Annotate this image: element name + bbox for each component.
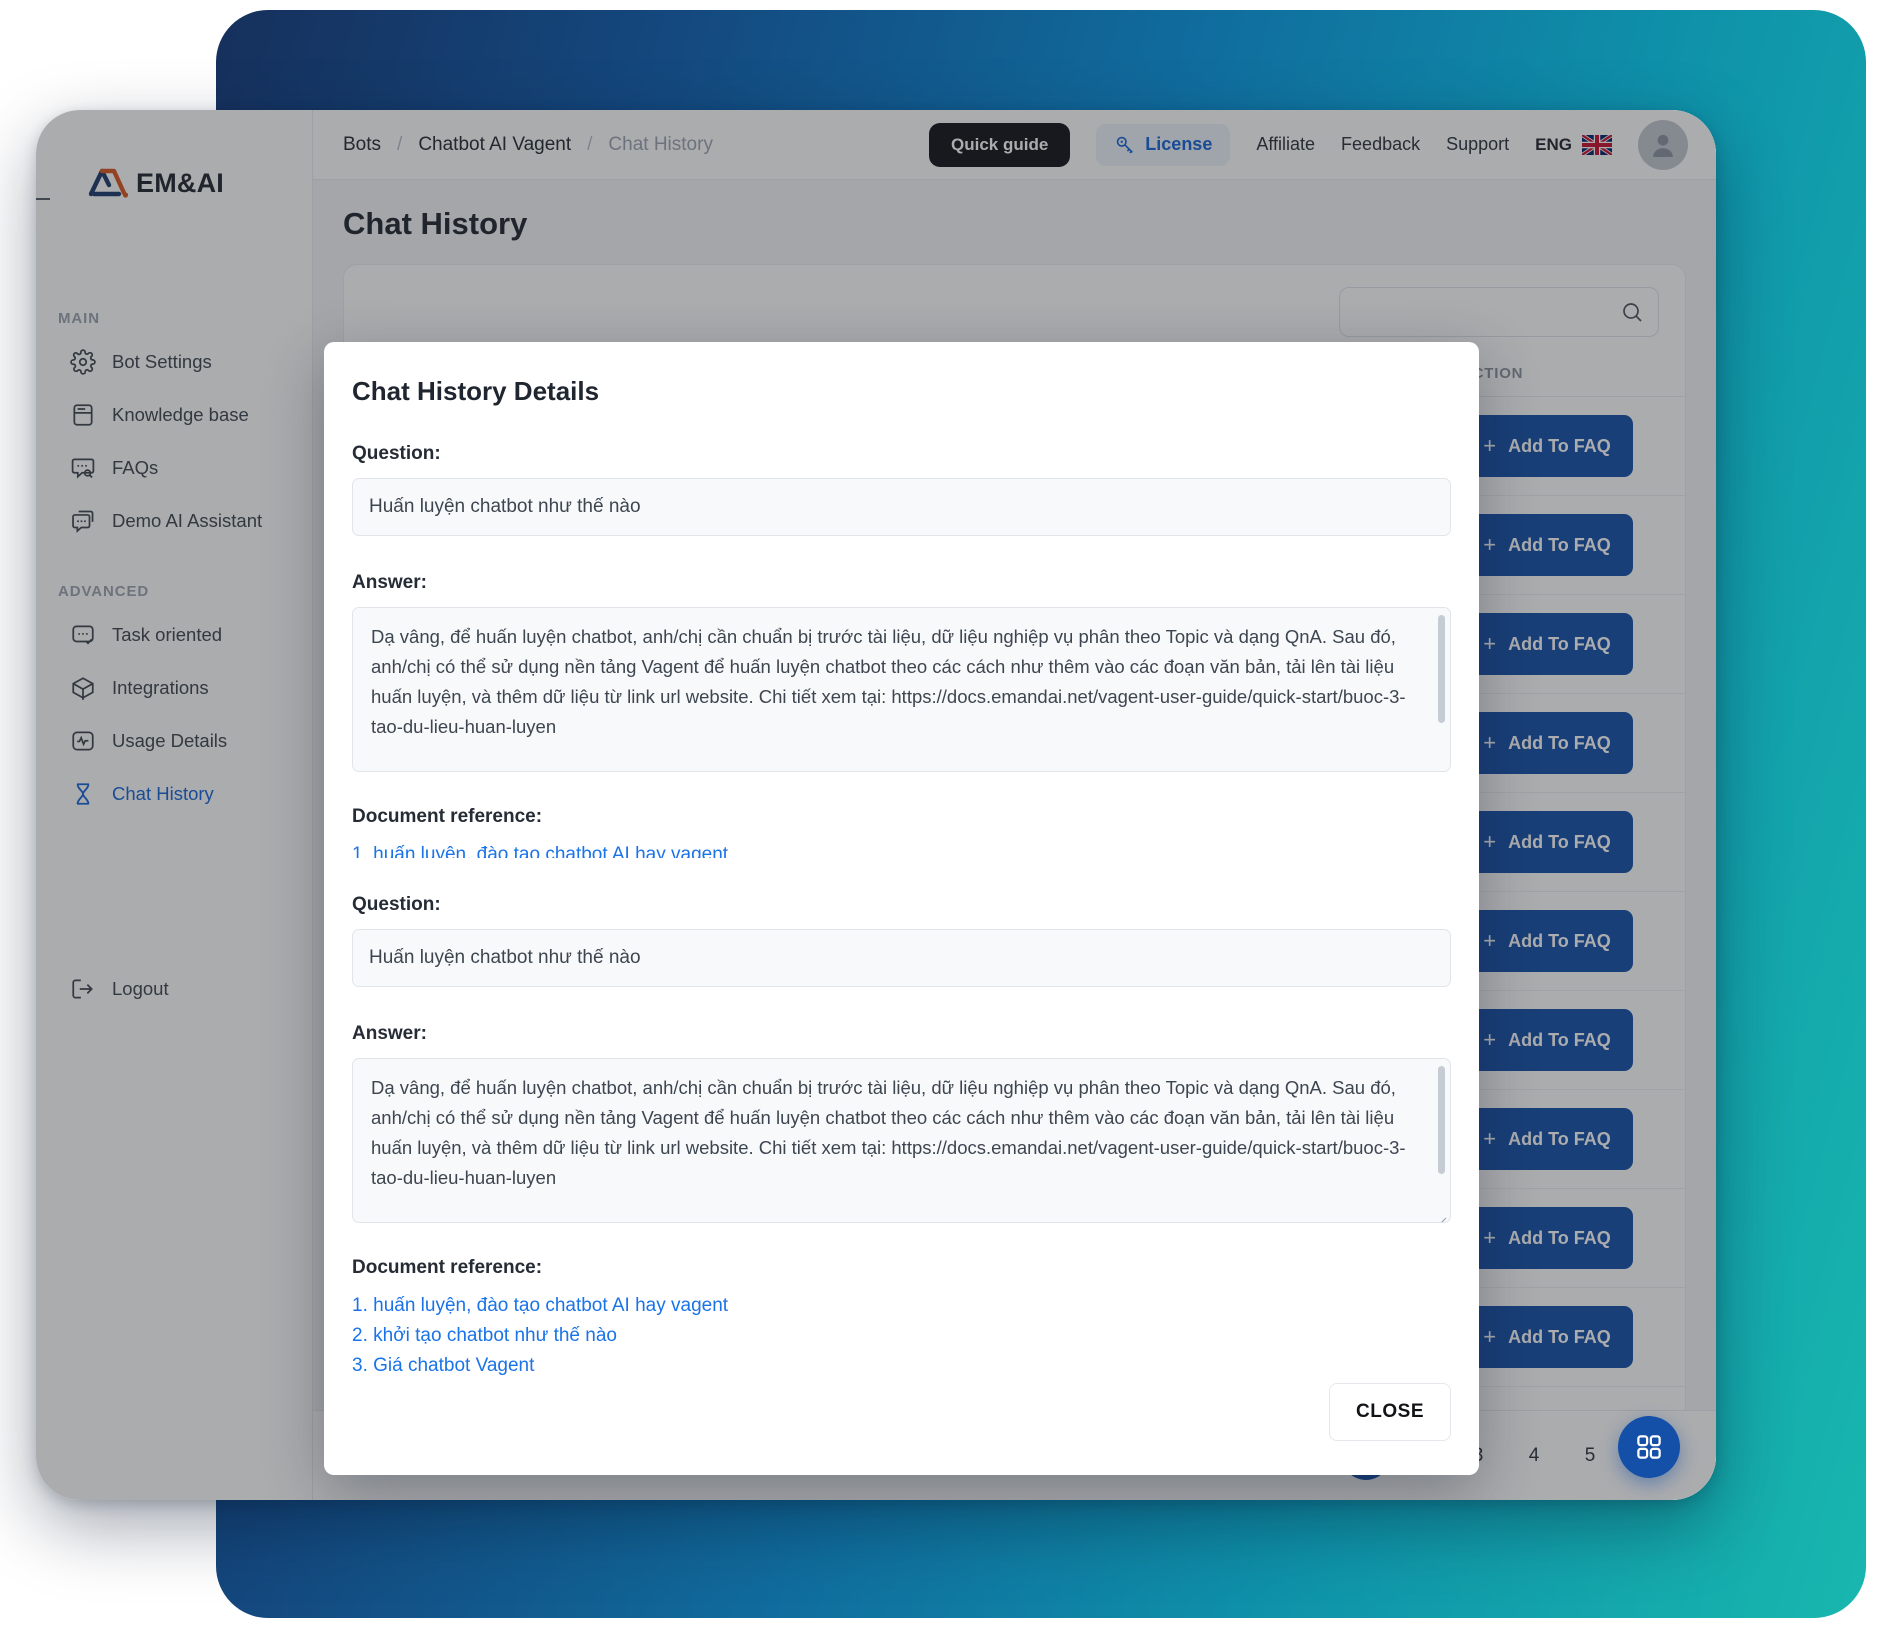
answer-field-1[interactable]: Dạ vâng, để huấn luyện chatbot, anh/chị … (352, 607, 1451, 772)
document-reference-label-1: Document reference: (352, 806, 543, 827)
answer-scrollbar-1[interactable] (1438, 615, 1445, 723)
document-reference-link[interactable]: 3. Giá chatbot Vagent (352, 1351, 1451, 1381)
answer-scrollbar-2[interactable] (1438, 1066, 1445, 1174)
document-reference-link[interactable]: 1. huấn luyện, đào tạo chatbot AI hay va… (352, 1291, 1451, 1321)
resize-grip-icon[interactable] (1433, 1206, 1447, 1222)
document-reference-link[interactable]: 1. huấn luyện, đào tạo chatbot AI hay va… (352, 840, 1451, 858)
document-reference-label-2: Document reference: (352, 1257, 543, 1278)
modal-footer: CLOSE (324, 1383, 1479, 1475)
modal-title: Chat History Details (352, 376, 600, 406)
answer-label-1: Answer: (352, 572, 427, 593)
screenshot-root: EM&AI MAIN Bot Settings Knowledge base F… (0, 0, 1880, 1625)
modal-body: Question: Huấn luyện chatbot như thế nào… (324, 407, 1479, 1383)
question-field-2[interactable]: Huấn luyện chatbot như thế nào (352, 929, 1451, 987)
answer-field-2[interactable]: Dạ vâng, để huấn luyện chatbot, anh/chị … (352, 1058, 1451, 1223)
apps-grid-fab[interactable] (1618, 1416, 1680, 1478)
question-label-1: Question: (352, 443, 441, 464)
chat-history-details-modal: Chat History Details Question: Huấn luyệ… (324, 342, 1479, 1475)
question-field-1[interactable]: Huấn luyện chatbot như thế nào (352, 478, 1451, 536)
answer-text-1: Dạ vâng, để huấn luyện chatbot, anh/chị … (371, 626, 1406, 737)
document-reference-link[interactable]: 2. khởi tạo chatbot như thế nào (352, 1321, 1451, 1351)
answer-label-2: Answer: (352, 1023, 427, 1044)
document-reference-list-2: 1. huấn luyện, đào tạo chatbot AI hay va… (352, 1291, 1451, 1381)
document-reference-list-1: 1. huấn luyện, đào tạo chatbot AI hay va… (352, 840, 1451, 858)
answer-text-2: Dạ vâng, để huấn luyện chatbot, anh/chị … (371, 1077, 1406, 1188)
app-window: EM&AI MAIN Bot Settings Knowledge base F… (36, 110, 1716, 1500)
close-button[interactable]: CLOSE (1329, 1383, 1451, 1441)
question-label-2: Question: (352, 894, 441, 915)
